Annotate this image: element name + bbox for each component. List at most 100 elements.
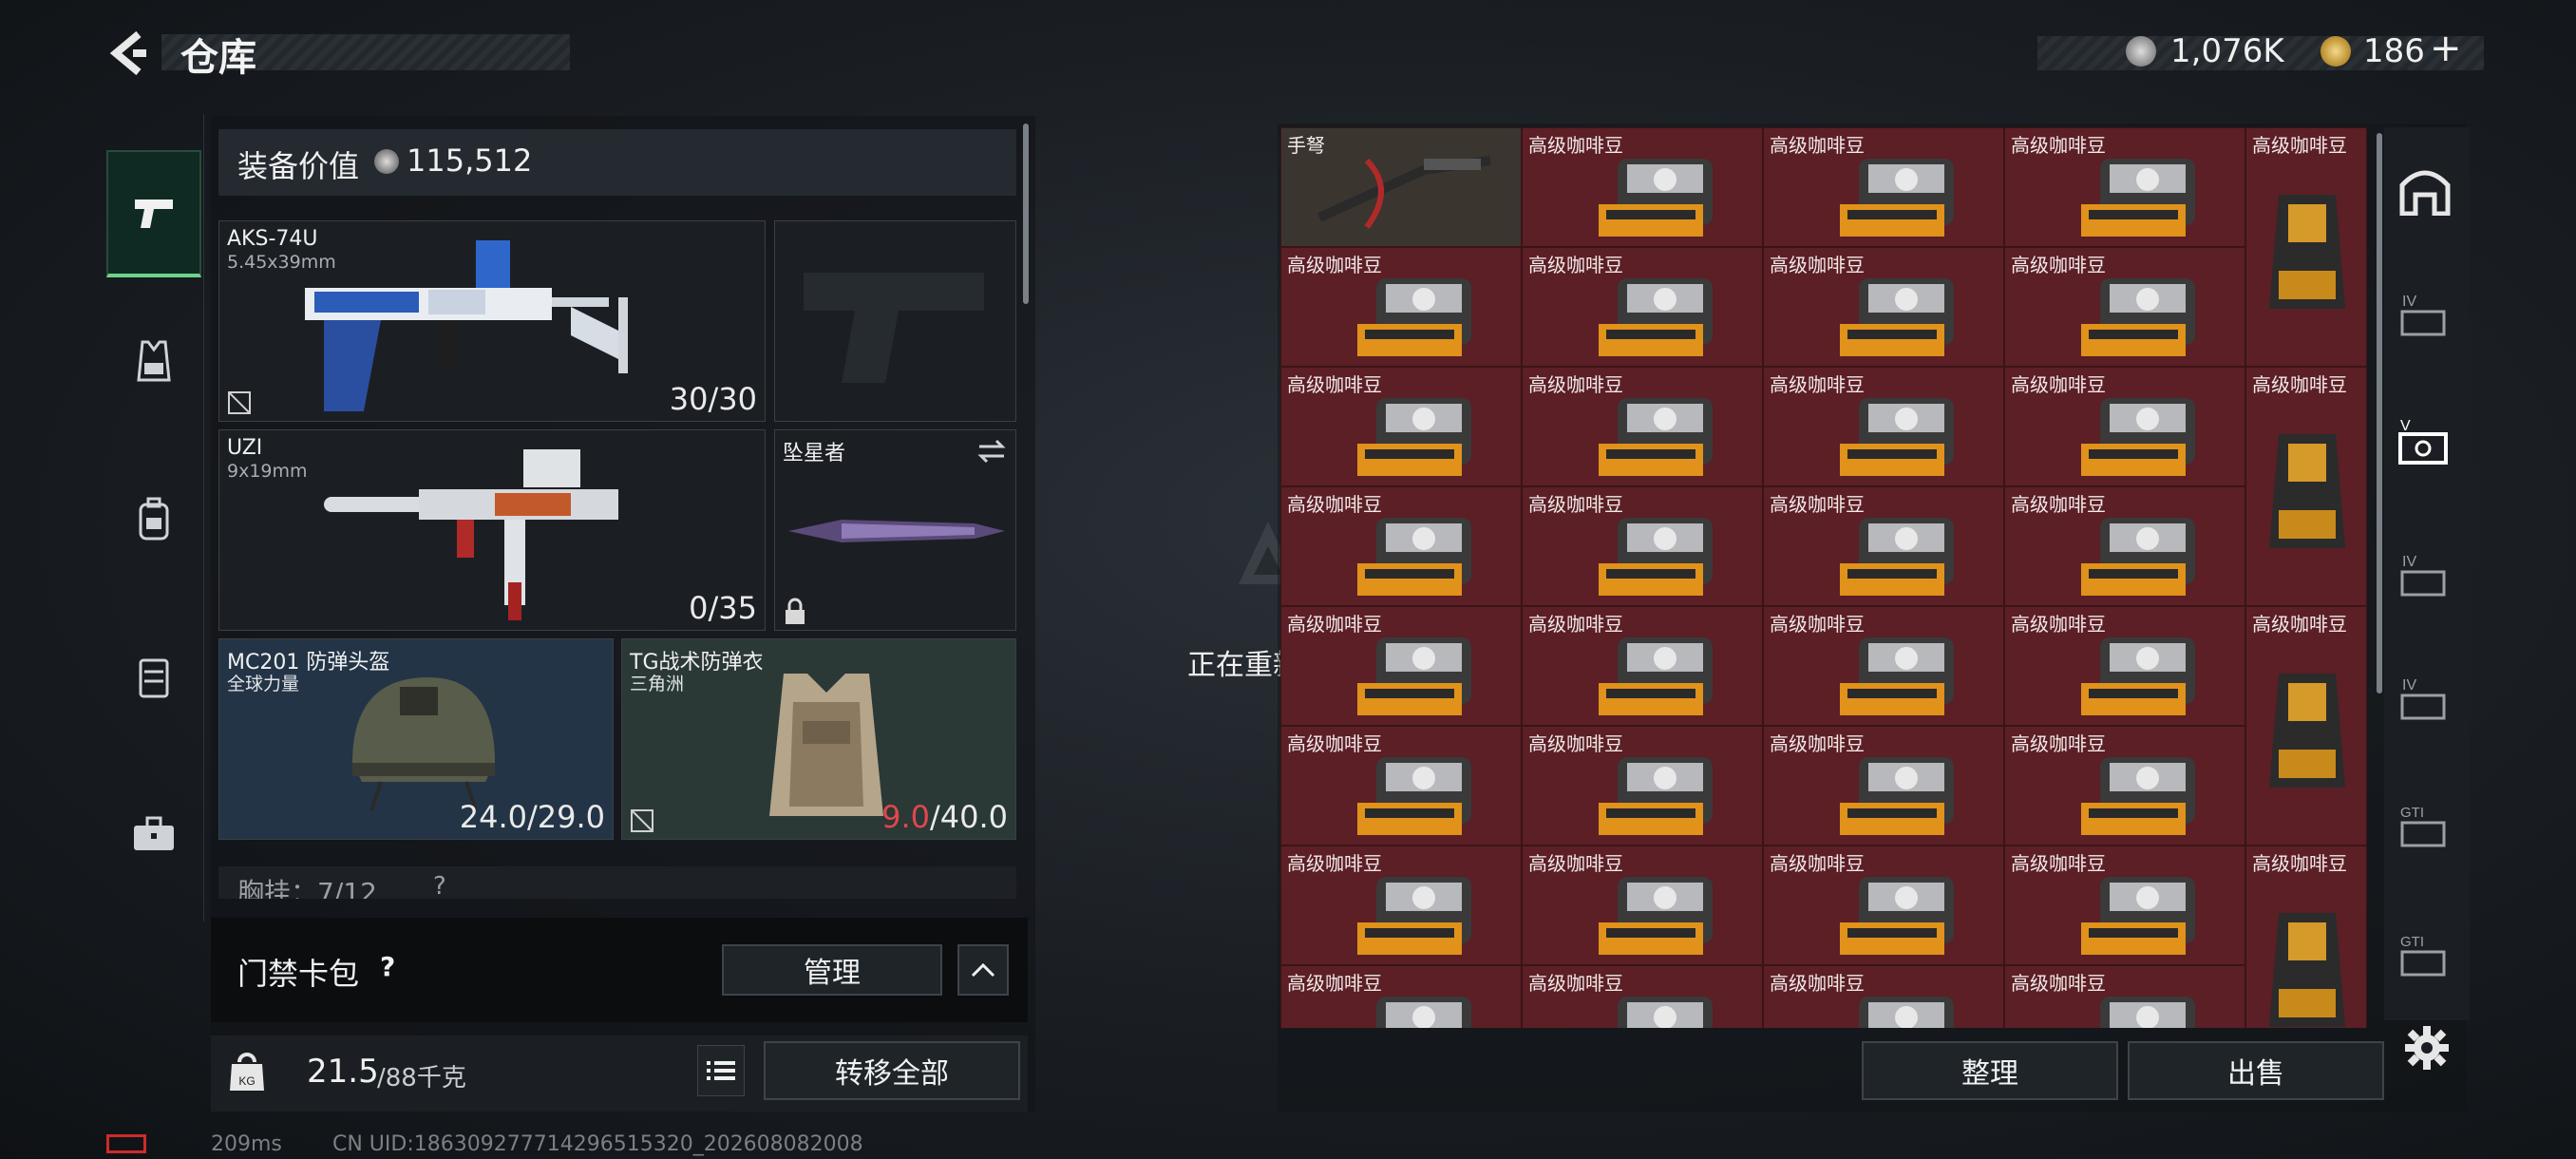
stash-item-coffee[interactable]: 高级咖啡豆 (1763, 965, 2004, 1028)
stash-item-coffee[interactable]: 高级咖啡豆 (2004, 965, 2245, 1028)
stash-item-coffee[interactable]: 高级咖啡豆 (1763, 247, 2004, 367)
stash-item-coffee[interactable]: 高级咖啡豆 (1522, 606, 1763, 726)
stash-item-crossbow[interactable]: 手弩 (1280, 127, 1522, 247)
stash-item-coffee[interactable]: 高级咖啡豆 (1763, 486, 2004, 606)
stash-item-coffee[interactable]: 高级咖啡豆 (1763, 726, 2004, 846)
back-button[interactable] (104, 27, 152, 80)
rail-stash-selected[interactable]: V (2382, 399, 2468, 484)
item-label: 高级咖啡豆 (2011, 613, 2106, 636)
chest-rig-label: 胸挂：7/12 (237, 877, 377, 899)
item-label: 高级咖啡豆 (1287, 613, 1382, 636)
item-label: 高级咖啡豆 (1528, 493, 1623, 516)
sell-button[interactable]: 出售 (2128, 1041, 2384, 1100)
rail-stash-gti-1[interactable]: GTI (2382, 783, 2468, 868)
value-coin-icon (374, 149, 399, 174)
stash-item-coffee[interactable]: 高级咖啡豆 (1280, 606, 1522, 726)
stash-item-coffee[interactable]: 高级咖啡豆 (1763, 127, 2004, 247)
keycard-help-button[interactable]: ? (380, 951, 395, 982)
coffee-bag-image (1802, 147, 1963, 246)
stash-item-coffee-large[interactable]: 高级咖啡豆 (2245, 606, 2367, 846)
stash-item-coffee[interactable]: 高级咖啡豆 (2004, 127, 2245, 247)
item-label: 高级咖啡豆 (2252, 613, 2347, 636)
stash-item-coffee[interactable]: 高级咖啡豆 (2004, 486, 2245, 606)
sort-button[interactable]: 整理 (1862, 1041, 2118, 1100)
stash-item-coffee[interactable]: 高级咖啡豆 (1522, 247, 1763, 367)
stash-item-coffee-large[interactable]: 高级咖啡豆 (2245, 127, 2367, 367)
stash-item-coffee[interactable]: 高级咖啡豆 (1522, 846, 1763, 965)
armor-durability-max: /40.0 (929, 799, 1008, 835)
secondary-weapon-ammo: 0/35 (689, 590, 757, 626)
rail-stash-iv-3[interactable]: IV (2382, 656, 2468, 741)
keycard-manage-button[interactable]: 管理 (722, 944, 942, 996)
item-label: 高级咖啡豆 (1287, 493, 1382, 516)
stash-item-coffee-large[interactable]: 高级咖啡豆 (2245, 367, 2367, 606)
stash-item-coffee[interactable]: 高级咖啡豆 (2004, 726, 2245, 846)
rail-stash-gti-2[interactable]: GTI (2382, 912, 2468, 998)
item-label: 手弩 (1287, 134, 1325, 157)
storage-v-icon: V (2398, 418, 2448, 465)
pistol-slot-empty[interactable] (774, 220, 1016, 422)
crossbow-image (1310, 142, 1500, 240)
storage-gti-icon: GTI (2400, 934, 2446, 977)
stash-item-coffee[interactable]: 高级咖啡豆 (1763, 367, 2004, 486)
stash-item-coffee[interactable]: 高级咖啡豆 (1280, 486, 1522, 606)
chest-rig-row[interactable]: 胸挂：7/12 ? (218, 866, 1016, 899)
stash-item-coffee[interactable]: 高级咖啡豆 (1280, 965, 1522, 1028)
coffee-bag-image (1319, 746, 1481, 845)
gold-add-button[interactable]: + (2430, 27, 2462, 70)
stash-item-coffee[interactable]: 高级咖啡豆 (1522, 965, 1763, 1028)
stash-item-coffee[interactable]: 高级咖啡豆 (2004, 367, 2245, 486)
gear-icon (2405, 1026, 2449, 1070)
tab-container[interactable] (106, 629, 201, 724)
chest-rig-help[interactable]: ? (433, 872, 446, 899)
rail-all-items[interactable] (2382, 148, 2468, 234)
tab-toolbox[interactable] (106, 787, 201, 882)
settings-button[interactable] (2403, 1024, 2451, 1072)
stash-item-coffee[interactable]: 高级咖啡豆 (2004, 247, 2245, 367)
tab-weapons[interactable] (106, 150, 201, 277)
stash-item-coffee[interactable]: 高级咖啡豆 (1522, 367, 1763, 486)
coffee-bag-image (2043, 506, 2205, 605)
stash-item-coffee[interactable]: 高级咖啡豆 (1280, 247, 1522, 367)
equipment-scrollbar[interactable] (1023, 124, 1029, 304)
secondary-weapon-slot[interactable]: UZI 9x19mm 0/35 (218, 429, 766, 631)
coffee-bag-image (2043, 746, 2205, 845)
rail-stash-iv-1[interactable]: IV (2382, 272, 2468, 357)
svg-text:KG: KG (238, 1074, 255, 1088)
no-insurance-icon (631, 809, 653, 832)
tab-backpack[interactable] (106, 471, 201, 566)
stash-item-coffee[interactable]: 高级咖啡豆 (2004, 606, 2245, 726)
melee-slot[interactable]: 坠星者 (774, 429, 1016, 631)
stash-item-coffee-large[interactable]: 高级咖啡豆 (2245, 846, 2367, 1028)
equipment-value: 115,512 (407, 142, 533, 179)
silver-coin-icon (2126, 36, 2156, 66)
list-view-button[interactable] (697, 1045, 745, 1096)
armor-slot[interactable]: TG战术防弹衣 三角洲 9.0/40.0 (621, 638, 1016, 840)
item-label: 高级咖啡豆 (1770, 134, 1865, 157)
coffee-box-image (2260, 415, 2355, 561)
item-label: 高级咖啡豆 (1287, 852, 1382, 875)
svg-text:IV: IV (2402, 554, 2416, 570)
page-title: 仓库 (180, 36, 256, 80)
stash-item-coffee[interactable]: 高级咖啡豆 (1280, 846, 1522, 965)
stash-item-coffee[interactable]: 高级咖啡豆 (2004, 846, 2245, 965)
item-label: 高级咖啡豆 (2011, 972, 2106, 995)
stash-item-coffee[interactable]: 高级咖啡豆 (1280, 726, 1522, 846)
stash-item-coffee[interactable]: 高级咖啡豆 (1522, 726, 1763, 846)
pistol-icon (135, 200, 173, 228)
svg-text:IV: IV (2402, 294, 2416, 310)
stash-item-coffee[interactable]: 高级咖啡豆 (1280, 367, 1522, 486)
helmet-slot[interactable]: MC201 防弹头盔 全球力量 24.0/29.0 (218, 638, 614, 840)
stash-item-coffee[interactable]: 高级咖啡豆 (1763, 606, 2004, 726)
vest-image (769, 674, 883, 816)
coffee-bag-image (1319, 267, 1481, 366)
stash-item-coffee[interactable]: 高级咖啡豆 (1522, 486, 1763, 606)
rail-stash-iv-2[interactable]: IV (2382, 532, 2468, 618)
stash-item-coffee[interactable]: 高级咖啡豆 (1522, 127, 1763, 247)
stash-item-coffee[interactable]: 高级咖啡豆 (1763, 846, 2004, 965)
keycard-expand-button[interactable] (957, 944, 1009, 996)
transfer-all-button[interactable]: 转移全部 (764, 1041, 1020, 1100)
weight-current: 21.5 (307, 1053, 379, 1091)
tab-chest-rig[interactable] (106, 314, 201, 408)
primary-weapon-slot[interactable]: AKS-74U 5.45x39mm 30/30 (218, 220, 766, 422)
